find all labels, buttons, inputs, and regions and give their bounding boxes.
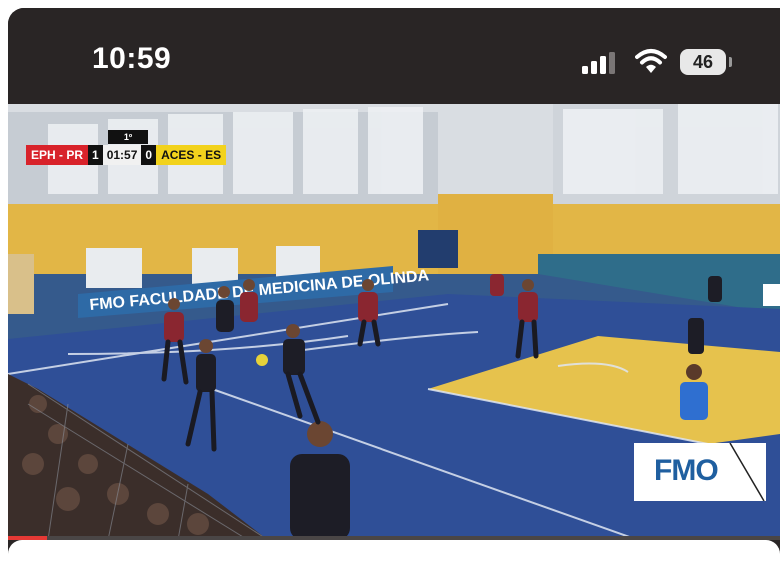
battery-level: 46 (692, 52, 714, 72)
home-team-score: 1 (88, 145, 103, 165)
battery-icon: 46 (680, 49, 726, 75)
away-team-name: ACES - ES (156, 145, 227, 165)
status-time: 10:59 (92, 42, 172, 75)
status-bar: 10:59 46 (8, 8, 780, 104)
period-label: 1º TEMPO (108, 130, 148, 156)
video-player[interactable]: FMO FACULDADE DE MEDICINA DE OLINDA 1º E… (8, 104, 780, 540)
home-team-name: EPH - PR (26, 145, 89, 165)
battery-tip (729, 57, 732, 67)
phone-screen: 10:59 46 FMO FACULDADE DE MEDICINA DE OL… (8, 8, 780, 556)
fmo-watermark-logo: FMO (634, 443, 766, 501)
bottom-sheet (8, 540, 780, 580)
fmo-logo-text: FMO (654, 454, 719, 487)
score-row: EPH - PR 1 01:57 0 ACES - ES (26, 145, 227, 165)
cellular-signal-icon (582, 52, 615, 74)
wifi-icon (635, 49, 667, 73)
game-clock: 01:57 (102, 145, 142, 165)
logo-slash-mark (729, 443, 765, 501)
away-team-score: 0 (141, 145, 157, 165)
